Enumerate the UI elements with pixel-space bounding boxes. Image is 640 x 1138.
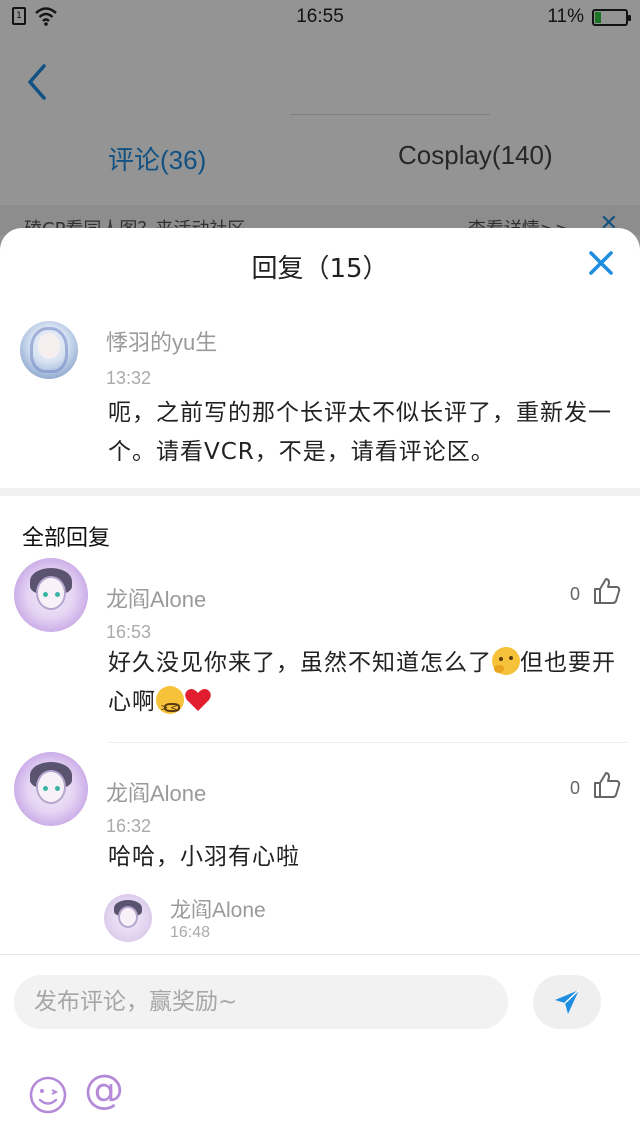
thumbs-up-icon[interactable] [592,576,622,606]
like-count: 0 [569,778,580,798]
comment-composer: @ [0,954,640,1138]
emoji-icon[interactable] [28,1075,68,1115]
avatar[interactable] [20,321,78,379]
reply-text-part: 好久没见你来了，虽然不知道怎么了 [108,650,492,676]
thumbs-up-icon[interactable] [592,770,622,800]
sub-reply[interactable]: 龙阎Alone 16:48 [104,894,624,954]
section-title: 全部回复 [22,526,111,551]
thinking-face-emoji-icon [492,647,520,675]
mention-icon[interactable]: @ [84,1067,124,1113]
send-icon [555,989,580,1014]
reply-time: 16:53 [106,622,152,642]
sub-reply-author[interactable]: 龙阎Alone [170,894,266,924]
sheet-header: 回复（15） [0,228,640,300]
like-count: 0 [569,584,580,604]
avatar[interactable] [14,752,88,826]
reply-time: 16:32 [106,816,152,836]
reply-author[interactable]: 龙阎Alone [106,776,206,808]
confounded-face-emoji-icon [156,686,184,727]
comment-author[interactable]: 悸羽的yu生 [106,325,217,357]
comment-input[interactable] [14,975,508,1029]
reply-text: 哈哈，小羽有心啦 [108,844,300,870]
reply-divider [108,742,628,743]
reply-text: 好久没见你来了，虽然不知道怎么了 但也要开心啊 [108,644,618,727]
section-divider [0,488,640,496]
comment-text: 呃，之前写的那个长评太不似长评了，重新发一个。请看VCR，不是，请看评论区。 [108,400,612,465]
heart-emoji-icon [185,689,211,711]
reply-sheet: 回复（15） 悸羽的yu生 13:32 呃，之前写的那个长评太不似长评了，重新发… [0,228,640,1138]
reply-author[interactable]: 龙阎Alone [106,582,206,614]
reply-item: 龙阎Alone 0 16:53 好久没见你来了，虽然不知道怎么了 但也要开心啊 [0,558,640,738]
sub-reply-time: 16:48 [170,924,211,941]
avatar[interactable] [104,894,152,942]
close-icon[interactable] [586,248,616,278]
send-button[interactable] [533,975,601,1029]
comment-time: 13:32 [106,368,152,388]
avatar[interactable] [14,558,88,632]
reply-item: 龙阎Alone 0 16:32 哈哈，小羽有心啦 龙阎Alone 16:48 [0,752,640,952]
sheet-title: 回复（15） [251,254,389,284]
